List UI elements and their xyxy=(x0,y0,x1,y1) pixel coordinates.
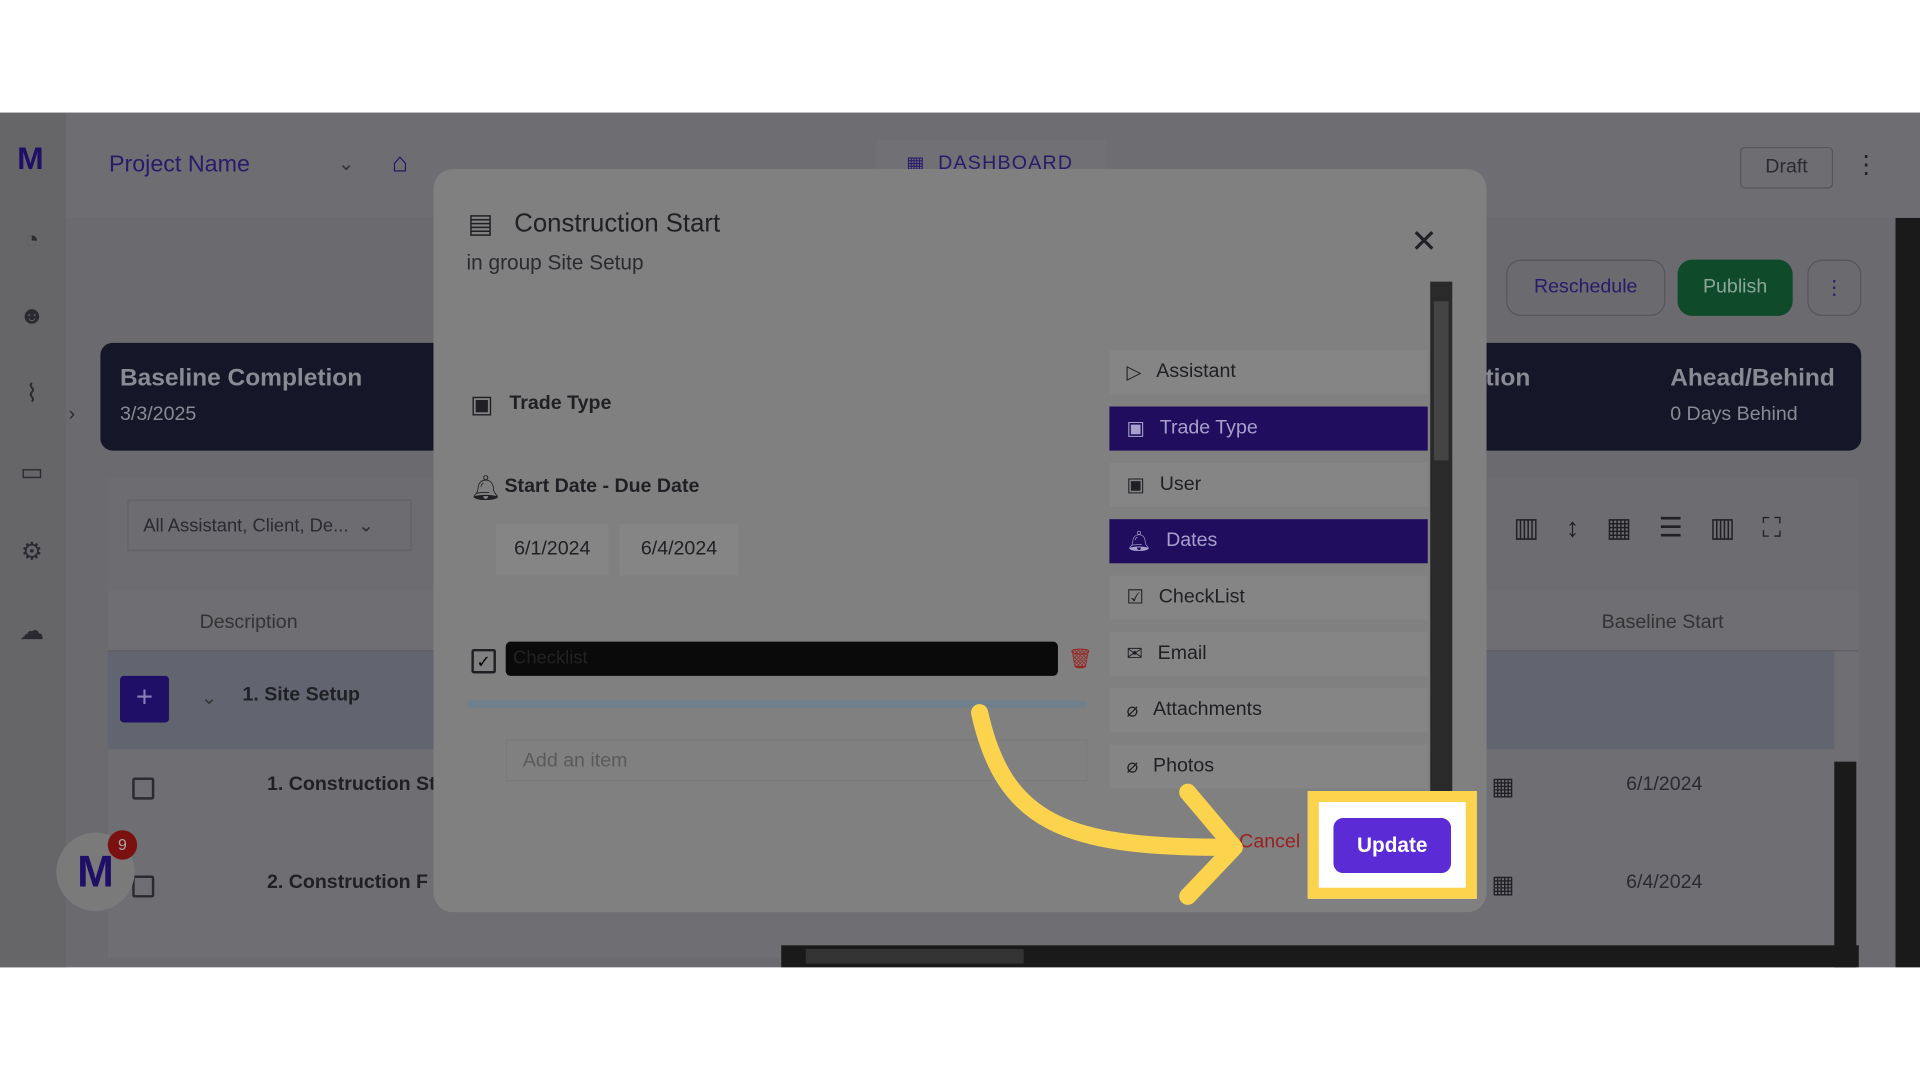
badge-icon: ▣ xyxy=(1126,475,1146,496)
bell-icon: 🔔︎ xyxy=(1126,531,1152,553)
bell-icon: 🔔︎ xyxy=(470,475,502,503)
chevron-down-icon[interactable]: ⌄ xyxy=(201,686,217,710)
modal-subtitle: in group Site Setup xyxy=(466,251,644,275)
chart-icon[interactable]: ▥ xyxy=(1513,512,1538,544)
expand-rows-icon[interactable]: ↕ xyxy=(1566,512,1579,544)
badge-icon: ▣ xyxy=(1126,418,1146,440)
filter-icon[interactable]: ☰ xyxy=(1659,512,1683,544)
menu-item-label: Dates xyxy=(1166,530,1218,552)
badge-icon: ▣ xyxy=(470,391,494,419)
menu-item-label: Email xyxy=(1157,642,1207,664)
more-icon[interactable]: ⋮ xyxy=(1854,149,1878,180)
mail-icon: ✉ xyxy=(1126,644,1143,665)
card-value: 3/3/2025 xyxy=(120,404,197,425)
app-window: M ◔ ☻ ⌇ ▭ ⚙ ☁ › Project Name ⌄ ⌂ ▦ DASHBO… xyxy=(0,112,1920,968)
trash-icon[interactable]: 🗑︎ xyxy=(1068,647,1093,671)
chart-icon[interactable]: ⌇ xyxy=(15,377,49,411)
add-button[interactable]: + xyxy=(120,675,169,723)
menu-item-label: User xyxy=(1159,473,1202,495)
columns-icon[interactable]: ▥ xyxy=(1710,512,1735,544)
dates-label: Start Date - Due Date xyxy=(504,476,700,498)
fullscreen-icon[interactable]: ⛶ xyxy=(1762,512,1781,544)
row-baseline-start: 6/4/2024 xyxy=(1626,871,1703,893)
table-vertical-scrollbar[interactable] xyxy=(1834,761,1857,968)
row-description[interactable]: 2. Construction F xyxy=(267,872,428,894)
label-icon: ▷ xyxy=(1126,362,1142,384)
arrow-annotation xyxy=(971,704,1243,905)
modal-title: Construction Start xyxy=(514,209,721,238)
trade-type-label: Trade Type xyxy=(509,393,612,414)
sidebar: M ◔ ☻ ⌇ ▭ ⚙ ☁ xyxy=(0,112,67,968)
task-icon: ▤ xyxy=(467,208,494,239)
menu-item-assistant[interactable]: ▷ Assistant xyxy=(1109,350,1428,395)
menu-item-label: CheckList xyxy=(1158,586,1245,608)
close-icon[interactable]: ✕ xyxy=(1411,223,1438,261)
card-label: Ahead/Behind xyxy=(1670,364,1835,392)
menu-item-checklist[interactable]: ☑ CheckList xyxy=(1109,575,1428,620)
filter-select[interactable]: All Assistant, Client, De... ⌄ xyxy=(127,499,412,552)
start-date-input[interactable]: 6/1/2024 xyxy=(495,524,609,576)
ahead-behind-card: etion Ahead/Behind 0 Days Behind xyxy=(1457,342,1862,451)
speedometer-icon[interactable]: ◔ xyxy=(15,223,49,257)
row-baseline-start: 6/1/2024 xyxy=(1626,773,1703,795)
calendar-icon[interactable]: ▦ xyxy=(1491,771,1514,802)
row-checkbox[interactable] xyxy=(132,777,155,800)
checklist-checkbox[interactable]: ✓ xyxy=(471,648,496,674)
reschedule-button[interactable]: Reschedule xyxy=(1506,259,1666,316)
table-horizontal-scrollbar[interactable] xyxy=(781,945,1859,968)
baseline-completion-card: Baseline Completion 3/3/2025 xyxy=(100,342,468,451)
menu-scrollbar[interactable] xyxy=(1430,281,1453,796)
gear-icon[interactable]: ⚙ xyxy=(15,535,49,569)
filter-value: All Assistant, Client, De... xyxy=(143,514,349,536)
row-description[interactable]: 1. Construction St xyxy=(267,774,436,796)
chevron-down-icon: ⌄ xyxy=(358,515,374,537)
publish-button[interactable]: Publish xyxy=(1677,259,1793,316)
cloud-icon[interactable]: ☁ xyxy=(15,615,49,649)
checklist-item-input[interactable]: Checklist xyxy=(505,641,1058,676)
column-header[interactable]: Description xyxy=(200,612,298,634)
menu-item-email[interactable]: ✉ Email xyxy=(1109,631,1428,676)
group-title: 1. Site Setup xyxy=(242,684,361,706)
menu-item-label: Trade Type xyxy=(1159,417,1258,439)
logo-icon: M xyxy=(17,139,44,177)
notification-badge: 9 xyxy=(107,830,138,860)
menu-item-user[interactable]: ▣ User xyxy=(1109,462,1428,507)
expand-sidebar-icon[interactable]: › xyxy=(69,404,76,426)
screen: M ◔ ☻ ⌇ ▭ ⚙ ☁ › Project Name ⌄ ⌂ ▦ DASHBO… xyxy=(0,0,1920,1080)
checkbox-icon: ☑ xyxy=(1126,587,1145,609)
card-label: Baseline Completion xyxy=(120,364,363,392)
menu-item-trade-type[interactable]: ▣ Trade Type xyxy=(1109,406,1428,451)
page-scrollbar[interactable] xyxy=(1895,217,1920,968)
more-actions-button[interactable]: ⋮ xyxy=(1807,259,1862,316)
menu-item-label: Assistant xyxy=(1156,361,1236,383)
row-checkbox[interactable] xyxy=(132,875,155,898)
draft-button[interactable]: Draft xyxy=(1740,146,1834,189)
home-icon[interactable]: ⌂ xyxy=(392,147,408,179)
card-value: 0 Days Behind xyxy=(1670,404,1798,425)
due-date-input[interactable]: 6/4/2024 xyxy=(619,524,739,576)
project-name-select[interactable]: Project Name xyxy=(109,152,250,179)
update-button[interactable]: Update xyxy=(1333,817,1452,874)
presentation-icon[interactable]: ▭ xyxy=(15,456,49,490)
calendar-icon[interactable]: ▦ xyxy=(1491,869,1514,900)
menu-item-dates[interactable]: 🔔︎ Dates xyxy=(1109,519,1428,564)
team-icon[interactable]: ☻ xyxy=(15,299,49,333)
calendar-icon[interactable]: ▦ xyxy=(1606,512,1631,544)
chevron-down-icon[interactable]: ⌄ xyxy=(338,152,354,176)
column-header[interactable]: Baseline Start xyxy=(1602,612,1724,634)
